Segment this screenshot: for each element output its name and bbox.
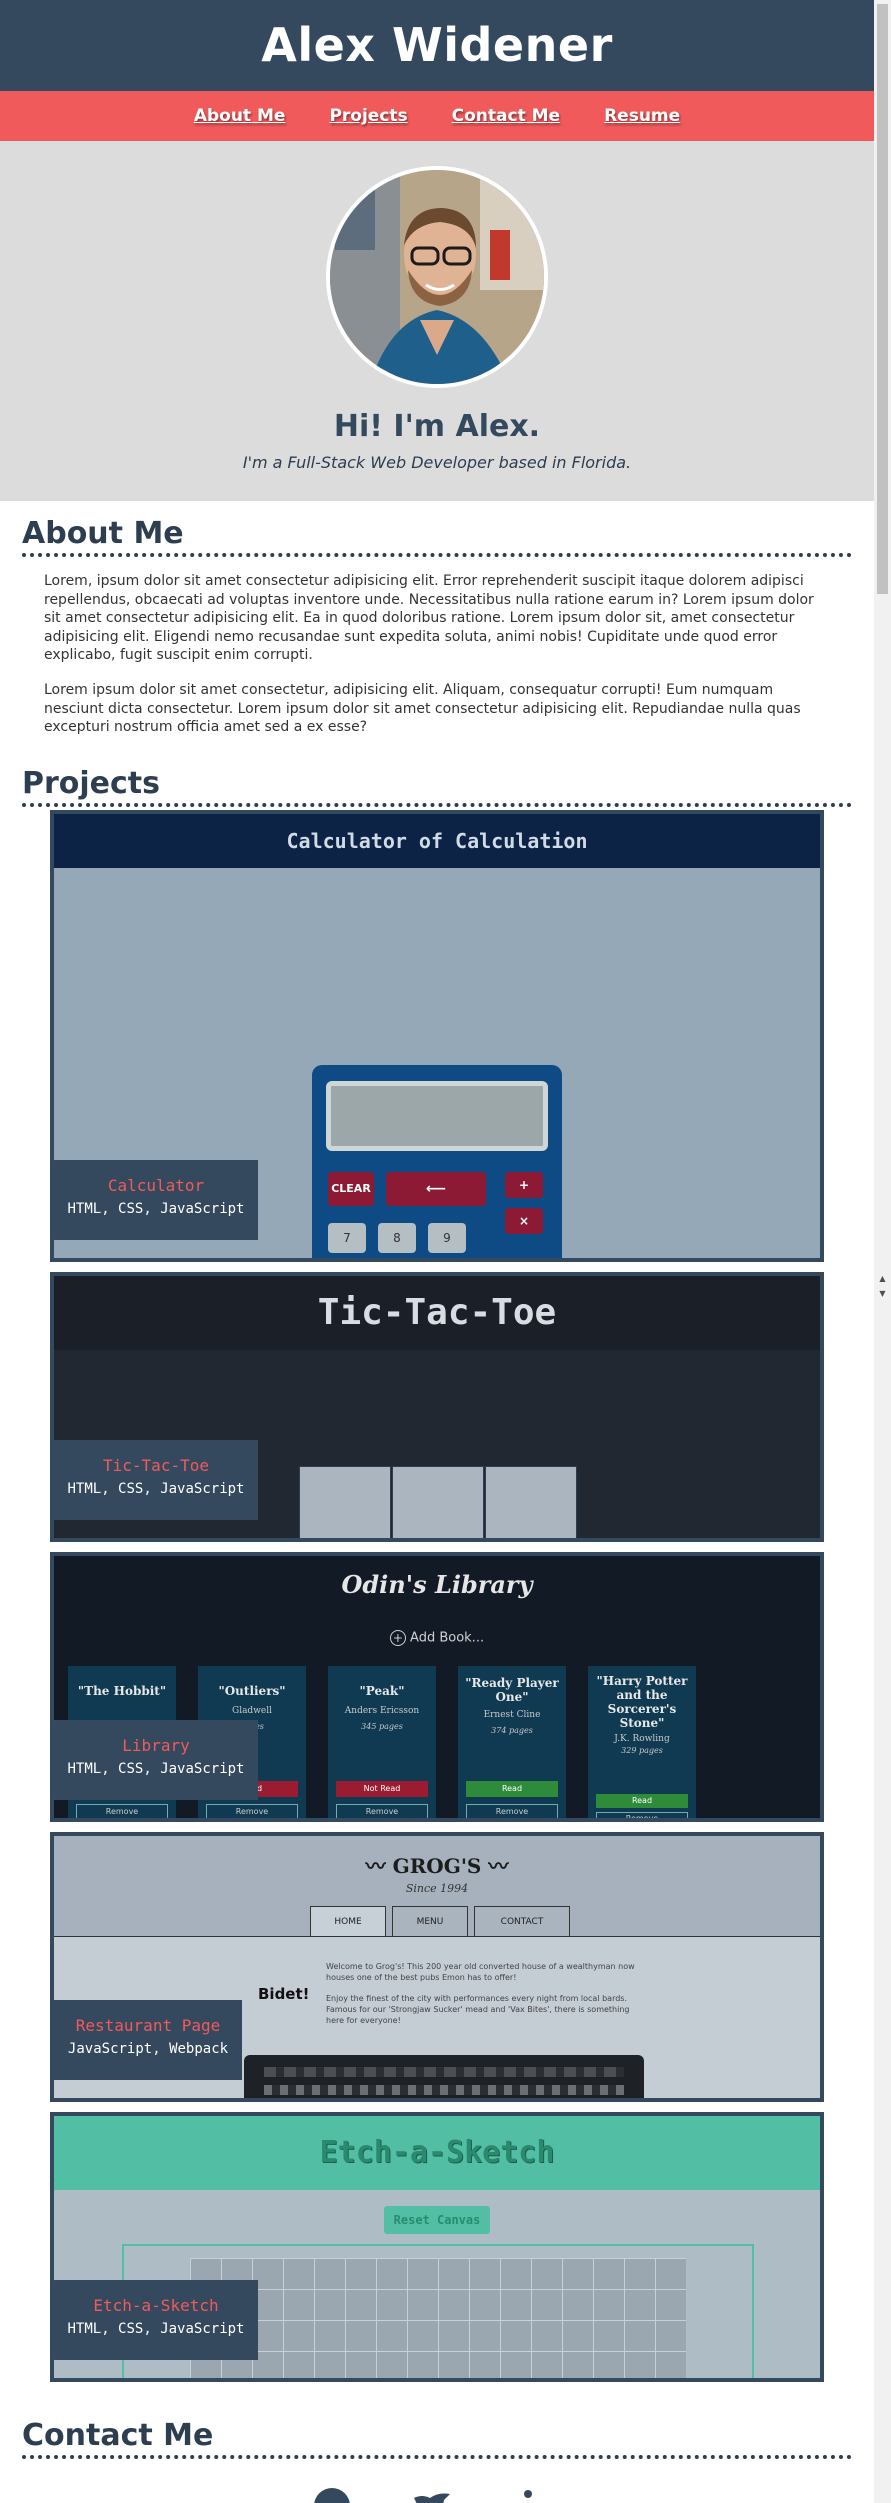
project-card-etch-a-sketch[interactable]: Etch-a-Sketch Reset Canvas Etch-a-Sketch… <box>50 2112 824 2382</box>
tictactoe-cell <box>485 1466 577 1538</box>
main-nav: About Me Projects Contact Me Resume <box>0 91 874 141</box>
calculator-key-8: 8 <box>378 1223 416 1253</box>
book-title: "The Hobbit" <box>77 1684 167 1698</box>
restaurant-since: Since 1994 <box>405 1882 469 1895</box>
library-add-book: + Add Book... <box>54 1630 820 1646</box>
project-label-library: Library HTML, CSS, JavaScript <box>54 1720 258 1800</box>
project-label-tic-tac-toe: Tic-Tac-Toe HTML, CSS, JavaScript <box>54 1440 258 1520</box>
hero-section: Hi! I'm Alex. I'm a Full-Stack Web Devel… <box>0 141 874 501</box>
book-author: Gladwell <box>232 1706 272 1716</box>
tictactoe-cell <box>392 1466 484 1538</box>
book-remove-button: Remove <box>466 1804 558 1818</box>
calculator-display <box>326 1081 548 1151</box>
avatar <box>326 166 548 388</box>
nav-link-resume[interactable]: Resume <box>602 106 682 126</box>
project-card-tic-tac-toe[interactable]: Tic-Tac-Toe Tic-Tac-Toe HTML, CSS, JavaS… <box>50 1272 824 1542</box>
library-book-card: "Ready Player One" Ernest Cline 374 page… <box>458 1666 566 1818</box>
book-title: "Peak" <box>359 1684 405 1698</box>
calculator-body: CLEAR ⟵ + × 7 8 9 <box>312 1065 562 1258</box>
book-pages: 329 pages <box>621 1746 663 1755</box>
restaurant-brand: 〰 GROG'S 〰 <box>365 1854 509 1878</box>
project-tech: HTML, CSS, JavaScript <box>67 1481 245 1497</box>
calculator-clear-key: CLEAR <box>328 1172 374 1206</box>
restaurant-tab-contact: CONTACT <box>474 1906 570 1936</box>
project-card-restaurant[interactable]: 〰 GROG'S 〰 Since 1994 HOME MENU CONTACT … <box>50 1832 824 2102</box>
etch-reset-button: Reset Canvas <box>384 2206 490 2234</box>
project-name: Calculator <box>107 1176 205 1195</box>
restaurant-image <box>244 2055 644 2098</box>
library-preview-title: Odin's Library <box>341 1570 533 1599</box>
project-name: Library <box>122 1736 190 1755</box>
hero-tagline: I'm a Full-Stack Web Developer based in … <box>242 453 632 472</box>
project-label-restaurant: Restaurant Page JavaScript, Webpack <box>54 2000 242 2080</box>
book-title: "Harry Potter and the Sorcerer's Stone" <box>596 1674 688 1730</box>
project-label-calculator: Calculator HTML, CSS, JavaScript <box>54 1160 258 1240</box>
restaurant-tab-menu: MENU <box>392 1906 468 1936</box>
book-remove-button: Remove <box>206 1804 298 1818</box>
nav-link-about[interactable]: About Me <box>192 106 288 126</box>
etch-grid <box>190 2258 686 2378</box>
calculator-key-7: 7 <box>328 1223 366 1253</box>
book-author: J.K. Rowling <box>614 1734 670 1744</box>
github-icon[interactable] <box>312 2488 352 2503</box>
restaurant-tab-home: HOME <box>310 1906 386 1936</box>
twitter-icon[interactable] <box>412 2492 452 2503</box>
project-card-calculator[interactable]: Calculator of Calculation CLEAR ⟵ + × 7 … <box>50 810 824 1262</box>
project-tech: HTML, CSS, JavaScript <box>67 1761 245 1777</box>
projects-heading: Projects <box>22 765 852 807</box>
mustache-icon: 〰 <box>488 1854 509 1878</box>
restaurant-body-1: Welcome to Grog's! This 200 year old con… <box>326 1962 635 1982</box>
restaurant-header: 〰 GROG'S 〰 Since 1994 HOME MENU CONTACT <box>54 1836 820 1936</box>
restaurant-body-2: Enjoy the finest of the city with perfor… <box>326 1994 630 2025</box>
book-author: Ernest Cline <box>483 1710 541 1720</box>
mustache-icon: 〰 <box>365 1854 386 1878</box>
book-remove-button: Remove <box>336 1804 428 1818</box>
book-title: "Ready Player One" <box>465 1676 559 1704</box>
project-name: Tic-Tac-Toe <box>103 1456 209 1475</box>
about-paragraph-1: Lorem, ipsum dolor sit amet consectetur … <box>44 573 814 663</box>
book-remove-button: Remove <box>76 1804 168 1818</box>
project-name: Etch-a-Sketch <box>93 2296 219 2315</box>
scrollbar-thumb[interactable] <box>877 4 888 594</box>
hero-greeting: Hi! I'm Alex. <box>333 409 541 444</box>
restaurant-heading: Bidet! <box>258 1985 310 2003</box>
tictactoe-cell <box>299 1466 391 1538</box>
book-remove-button: Remove <box>596 1812 688 1818</box>
scroll-up-arrow[interactable]: ▲ <box>878 1275 887 1283</box>
about-paragraph-2: Lorem ipsum dolor sit amet consectetur, … <box>44 682 801 735</box>
book-author: Anders Ericsson <box>344 1706 420 1716</box>
book-pages: 374 pages <box>491 1726 533 1735</box>
book-title: "Outliers" <box>218 1684 286 1698</box>
project-name: Restaurant Page <box>75 2016 221 2035</box>
nav-link-contact[interactable]: Contact Me <box>450 106 562 126</box>
library-book-card: "Harry Potter and the Sorcerer's Stone" … <box>588 1666 696 1818</box>
calculator-plus-key: + <box>505 1172 543 1198</box>
project-label-etch-a-sketch: Etch-a-Sketch HTML, CSS, JavaScript <box>54 2280 258 2360</box>
tictactoe-preview-title: Tic-Tac-Toe <box>54 1276 820 1350</box>
nav-link-projects[interactable]: Projects <box>327 106 409 126</box>
site-header: Alex Widener <box>0 0 874 91</box>
about-heading: About Me <box>22 515 852 557</box>
book-status-button: Read <box>466 1781 558 1797</box>
etch-preview-title: Etch-a-Sketch <box>54 2116 820 2190</box>
project-tech: JavaScript, Webpack <box>67 2041 229 2057</box>
linkedin-icon[interactable] <box>520 2490 550 2503</box>
project-tech: HTML, CSS, JavaScript <box>67 1201 245 1217</box>
contact-heading: Contact Me <box>22 2417 852 2459</box>
scroll-down-arrow[interactable]: ▼ <box>878 1290 887 1298</box>
calculator-backspace-key: ⟵ <box>386 1172 486 1206</box>
project-card-library[interactable]: Odin's Library + Add Book... "The Hobbit… <box>50 1552 824 1822</box>
site-title: Alex Widener <box>261 18 613 72</box>
book-status-button: Read <box>596 1794 688 1808</box>
book-status-button: Not Read <box>336 1781 428 1797</box>
calculator-times-key: × <box>505 1208 543 1234</box>
project-tech: HTML, CSS, JavaScript <box>67 2321 245 2337</box>
plus-circle-icon: + <box>389 1630 406 1646</box>
calculator-preview-title: Calculator of Calculation <box>54 814 820 868</box>
library-book-card: "Peak" Anders Ericsson 345 pages Not Rea… <box>328 1666 436 1818</box>
book-pages: 345 pages <box>361 1722 403 1731</box>
calculator-key-9: 9 <box>428 1223 466 1253</box>
